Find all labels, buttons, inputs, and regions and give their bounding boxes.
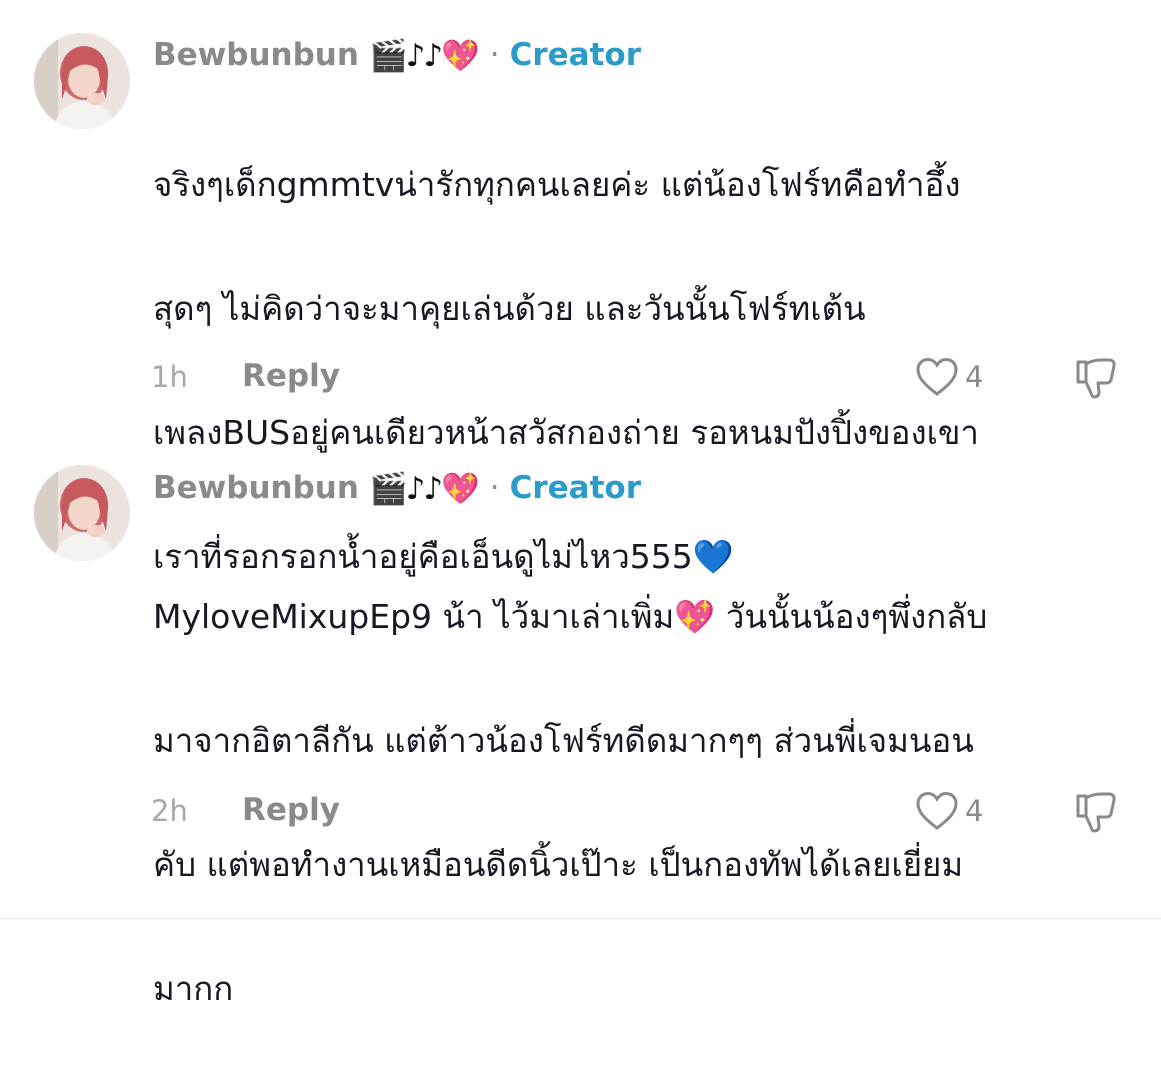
- avatar-photo: [34, 33, 130, 129]
- comment-text-segment: วันนั้นน้องๆพึ่งกลับ: [715, 597, 988, 636]
- timestamp: 2h: [151, 794, 188, 828]
- comment-text-line: เพลงBUSอยู่คนเดียวหน้าสวัสกองถ่าย รอหนมป…: [153, 413, 979, 452]
- comment-text-line: คับ แต่พอทำงานเหมือนดีดนิ้วเป๊าะ เป็นกอง…: [153, 845, 964, 884]
- heart-outline-icon: [916, 791, 958, 830]
- comment-header: Bewbunbun 🎬♪♪💖 · Creator: [153, 463, 641, 513]
- username-emojis: 🎬♪♪💖: [368, 470, 480, 507]
- avatar[interactable]: [34, 465, 130, 561]
- like-count: 4: [965, 794, 984, 828]
- comment-text-line: มากก: [153, 969, 234, 1008]
- avatar-photo: [34, 465, 130, 561]
- thumbs-down-icon: [1076, 358, 1116, 399]
- comment-meta: 1h Reply 4: [0, 352, 1161, 402]
- comment-text-line: MyloveMixupEp9 น้า ไว้มาเล่าเพิ่ม💖 วันนั…: [153, 586, 1143, 648]
- sparkling-heart-icon: 💖: [674, 597, 716, 636]
- clapper-board-icon: 🎬: [368, 470, 408, 507]
- avatar[interactable]: [34, 33, 130, 129]
- comment-text-line: สุดๆ ไม่คิดว่าจะมาคุยเล่นด้วย และวันนั้น…: [153, 289, 866, 328]
- heart-outline-icon: [916, 357, 958, 396]
- like-button[interactable]: 4: [915, 786, 995, 836]
- timestamp: 1h: [151, 360, 188, 394]
- username[interactable]: Bewbunbun: [153, 470, 359, 506]
- like-count: 4: [965, 360, 984, 394]
- comment-text-segment: MyloveMixupEp9 น้า ไว้มาเล่าเพิ่ม: [153, 597, 675, 636]
- separator-dot: ·: [489, 470, 500, 506]
- separator-dot: ·: [489, 37, 500, 73]
- reply-button[interactable]: Reply: [242, 358, 340, 394]
- music-notes-icon: ♪♪: [405, 470, 444, 507]
- username[interactable]: Bewbunbun: [153, 37, 359, 73]
- creator-badge: Creator: [509, 37, 641, 73]
- music-notes-icon: ♪♪: [405, 37, 444, 74]
- sparkling-heart-icon: 💖: [441, 37, 480, 74]
- thumbs-down-icon: [1076, 792, 1116, 833]
- dislike-button[interactable]: [1072, 788, 1120, 836]
- creator-badge: Creator: [509, 470, 641, 506]
- like-button[interactable]: 4: [915, 352, 995, 402]
- reply-button[interactable]: Reply: [242, 792, 340, 828]
- comment-meta: 2h Reply 4: [0, 786, 1161, 836]
- divider: [0, 918, 1161, 919]
- username-emojis: 🎬♪♪💖: [368, 37, 480, 74]
- comment-text-line: มาจากอิตาลีกัน แต่ต้าวน้องโฟร์ทดีดมากๆๆ …: [153, 721, 974, 760]
- comment-text-line: จริงๆเด็กgmmtvน่ารักทุกคนเลยค่ะ แต่น้องโ…: [153, 165, 961, 204]
- clapper-board-icon: 🎬: [368, 37, 408, 74]
- comment-header: Bewbunbun 🎬♪♪💖 · Creator: [153, 30, 641, 80]
- sparkling-heart-icon: 💖: [441, 470, 480, 507]
- dislike-button[interactable]: [1072, 354, 1120, 402]
